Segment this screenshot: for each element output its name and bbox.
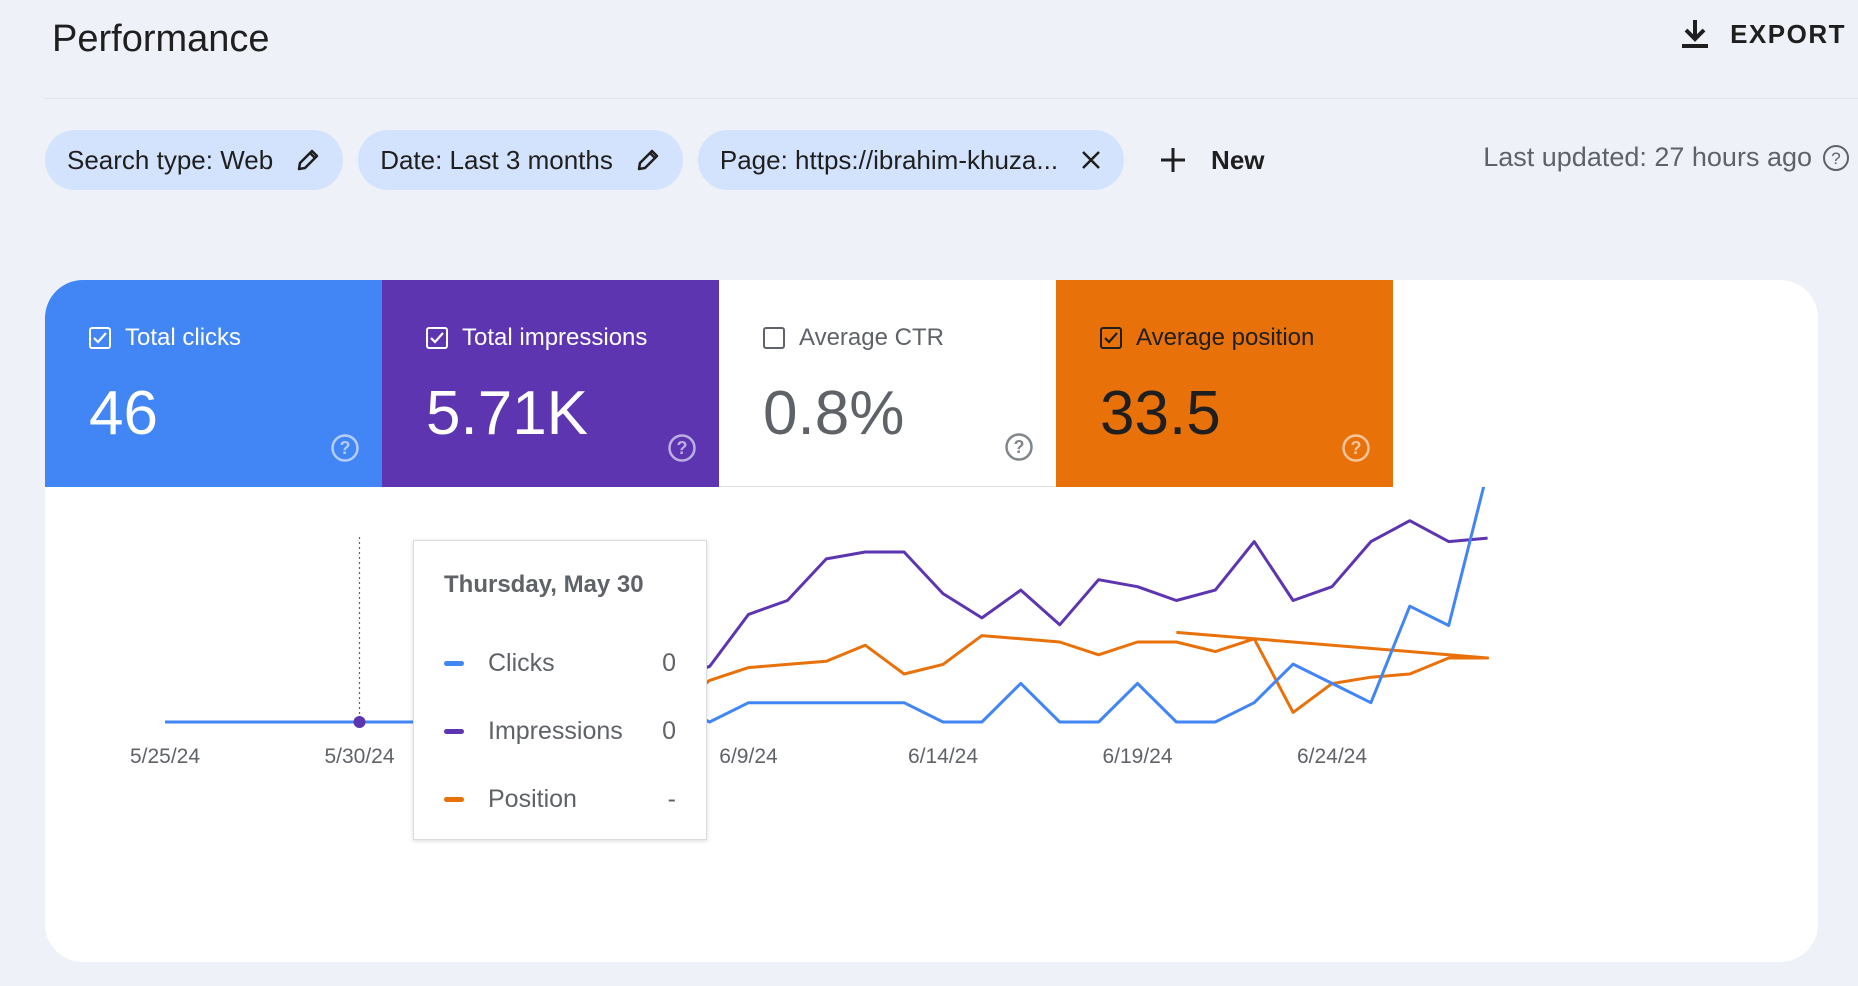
- export-button[interactable]: EXPORT: [1680, 18, 1846, 50]
- checkbox-checked[interactable]: [426, 327, 448, 349]
- series-line-clicks: [165, 487, 1486, 724]
- metric-label-row: Average CTR: [763, 324, 1056, 352]
- metric-label-row: Average position: [1100, 324, 1393, 352]
- tooltip-row-name: Position: [488, 784, 577, 813]
- metric-label: Total impressions: [462, 324, 648, 351]
- tooltip-row-value: 0: [662, 648, 676, 677]
- filter-chip-label: Page: https://ibrahim-khuza...: [719, 144, 1059, 175]
- download-icon: [1682, 20, 1709, 48]
- help-icon[interactable]: ?: [1004, 432, 1034, 462]
- help-icon[interactable]: ?: [330, 433, 360, 463]
- tooltip-swatch: [444, 796, 464, 802]
- metric-label: Average CTR: [799, 324, 944, 351]
- check-icon: [1104, 332, 1118, 344]
- pencil-icon[interactable]: [635, 147, 661, 173]
- checkbox-checked[interactable]: [89, 327, 111, 349]
- metric-total-impressions[interactable]: Total impressions 5.71K ?: [382, 280, 719, 487]
- tooltip-date: Thursday, May 30: [444, 571, 644, 598]
- metric-label-row: Total clicks: [89, 324, 382, 352]
- tooltip-row-name: Impressions: [488, 716, 623, 745]
- metric-label: Total clicks: [125, 324, 242, 351]
- metric-label-row: Total impressions: [426, 324, 719, 352]
- tooltip-row-name: Clicks: [488, 648, 555, 677]
- x-tick-label: 6/9/24: [719, 745, 778, 768]
- filter-chip-label: Date: Last 3 months: [380, 144, 613, 175]
- plus-icon: [1161, 148, 1186, 172]
- metric-total-clicks[interactable]: Total clicks 46 ?: [45, 280, 382, 487]
- metric-average-position[interactable]: Average position 33.5 ?: [1056, 280, 1393, 487]
- metric-average-ctr[interactable]: Average CTR 0.8% ?: [719, 280, 1056, 487]
- header: Performance EXPORT: [0, 0, 1858, 100]
- tooltip-swatch: [444, 660, 464, 666]
- x-tick-label: 5/30/24: [324, 745, 394, 768]
- page-title: Performance: [52, 18, 270, 60]
- svg-text:?: ?: [1014, 437, 1025, 457]
- new-filter-button[interactable]: New: [1159, 144, 1265, 176]
- tooltip-row-impressions: Impressions 0: [444, 697, 676, 765]
- new-filter-label: New: [1211, 144, 1265, 175]
- tooltip-row-value: -: [667, 784, 676, 813]
- help-icon[interactable]: ?: [667, 433, 697, 463]
- header-divider: [45, 98, 1858, 99]
- filter-chip-search-type[interactable]: Search type: Web: [45, 130, 344, 190]
- chart-tooltip: Thursday, May 30 Clicks 0 Impressions 0 …: [413, 540, 707, 840]
- filter-chip-date[interactable]: Date: Last 3 months: [358, 130, 683, 190]
- checkbox-unchecked[interactable]: [763, 327, 785, 349]
- performance-chart[interactable]: 5/25/245/30/246/4/246/9/246/14/246/19/24…: [45, 487, 1818, 962]
- tooltip-row-position: Position -: [444, 765, 676, 833]
- svg-text:?: ?: [677, 438, 688, 458]
- filter-chip-label: Search type: Web: [67, 144, 274, 175]
- x-tick-label: 6/14/24: [908, 745, 978, 768]
- help-icon[interactable]: ?: [1341, 433, 1371, 463]
- x-tick-label: 5/25/24: [130, 745, 200, 768]
- x-tick-label: 6/19/24: [1102, 745, 1172, 768]
- hover-point: [353, 716, 366, 728]
- svg-text:?: ?: [1351, 438, 1362, 458]
- filter-chip-page[interactable]: Page: https://ibrahim-khuza...: [697, 130, 1125, 190]
- pencil-icon[interactable]: [295, 147, 321, 173]
- check-icon: [430, 332, 444, 344]
- x-tick-label: 6/24/24: [1297, 745, 1367, 768]
- series-line-impressions: [165, 519, 1488, 724]
- tooltip-row-clicks: Clicks 0: [444, 629, 676, 697]
- svg-text:?: ?: [1831, 149, 1840, 168]
- metric-label: Average position: [1136, 324, 1315, 351]
- svg-text:?: ?: [340, 438, 351, 458]
- filter-bar: Search type: Web Date: Last 3 months Pag…: [45, 130, 1265, 190]
- tooltip-row-value: 0: [662, 716, 676, 745]
- last-updated: Last updated: 27 hours ago ?: [1483, 142, 1850, 173]
- check-icon: [93, 332, 107, 344]
- tooltip-swatch: [444, 728, 464, 734]
- last-updated-text: Last updated: 27 hours ago: [1483, 142, 1812, 172]
- help-icon[interactable]: ?: [1822, 144, 1850, 172]
- close-icon[interactable]: [1080, 149, 1102, 171]
- performance-card: Total clicks 46 ? Total impressions 5.71…: [45, 280, 1818, 962]
- checkbox-checked[interactable]: [1100, 327, 1122, 349]
- export-label: EXPORT: [1730, 18, 1846, 49]
